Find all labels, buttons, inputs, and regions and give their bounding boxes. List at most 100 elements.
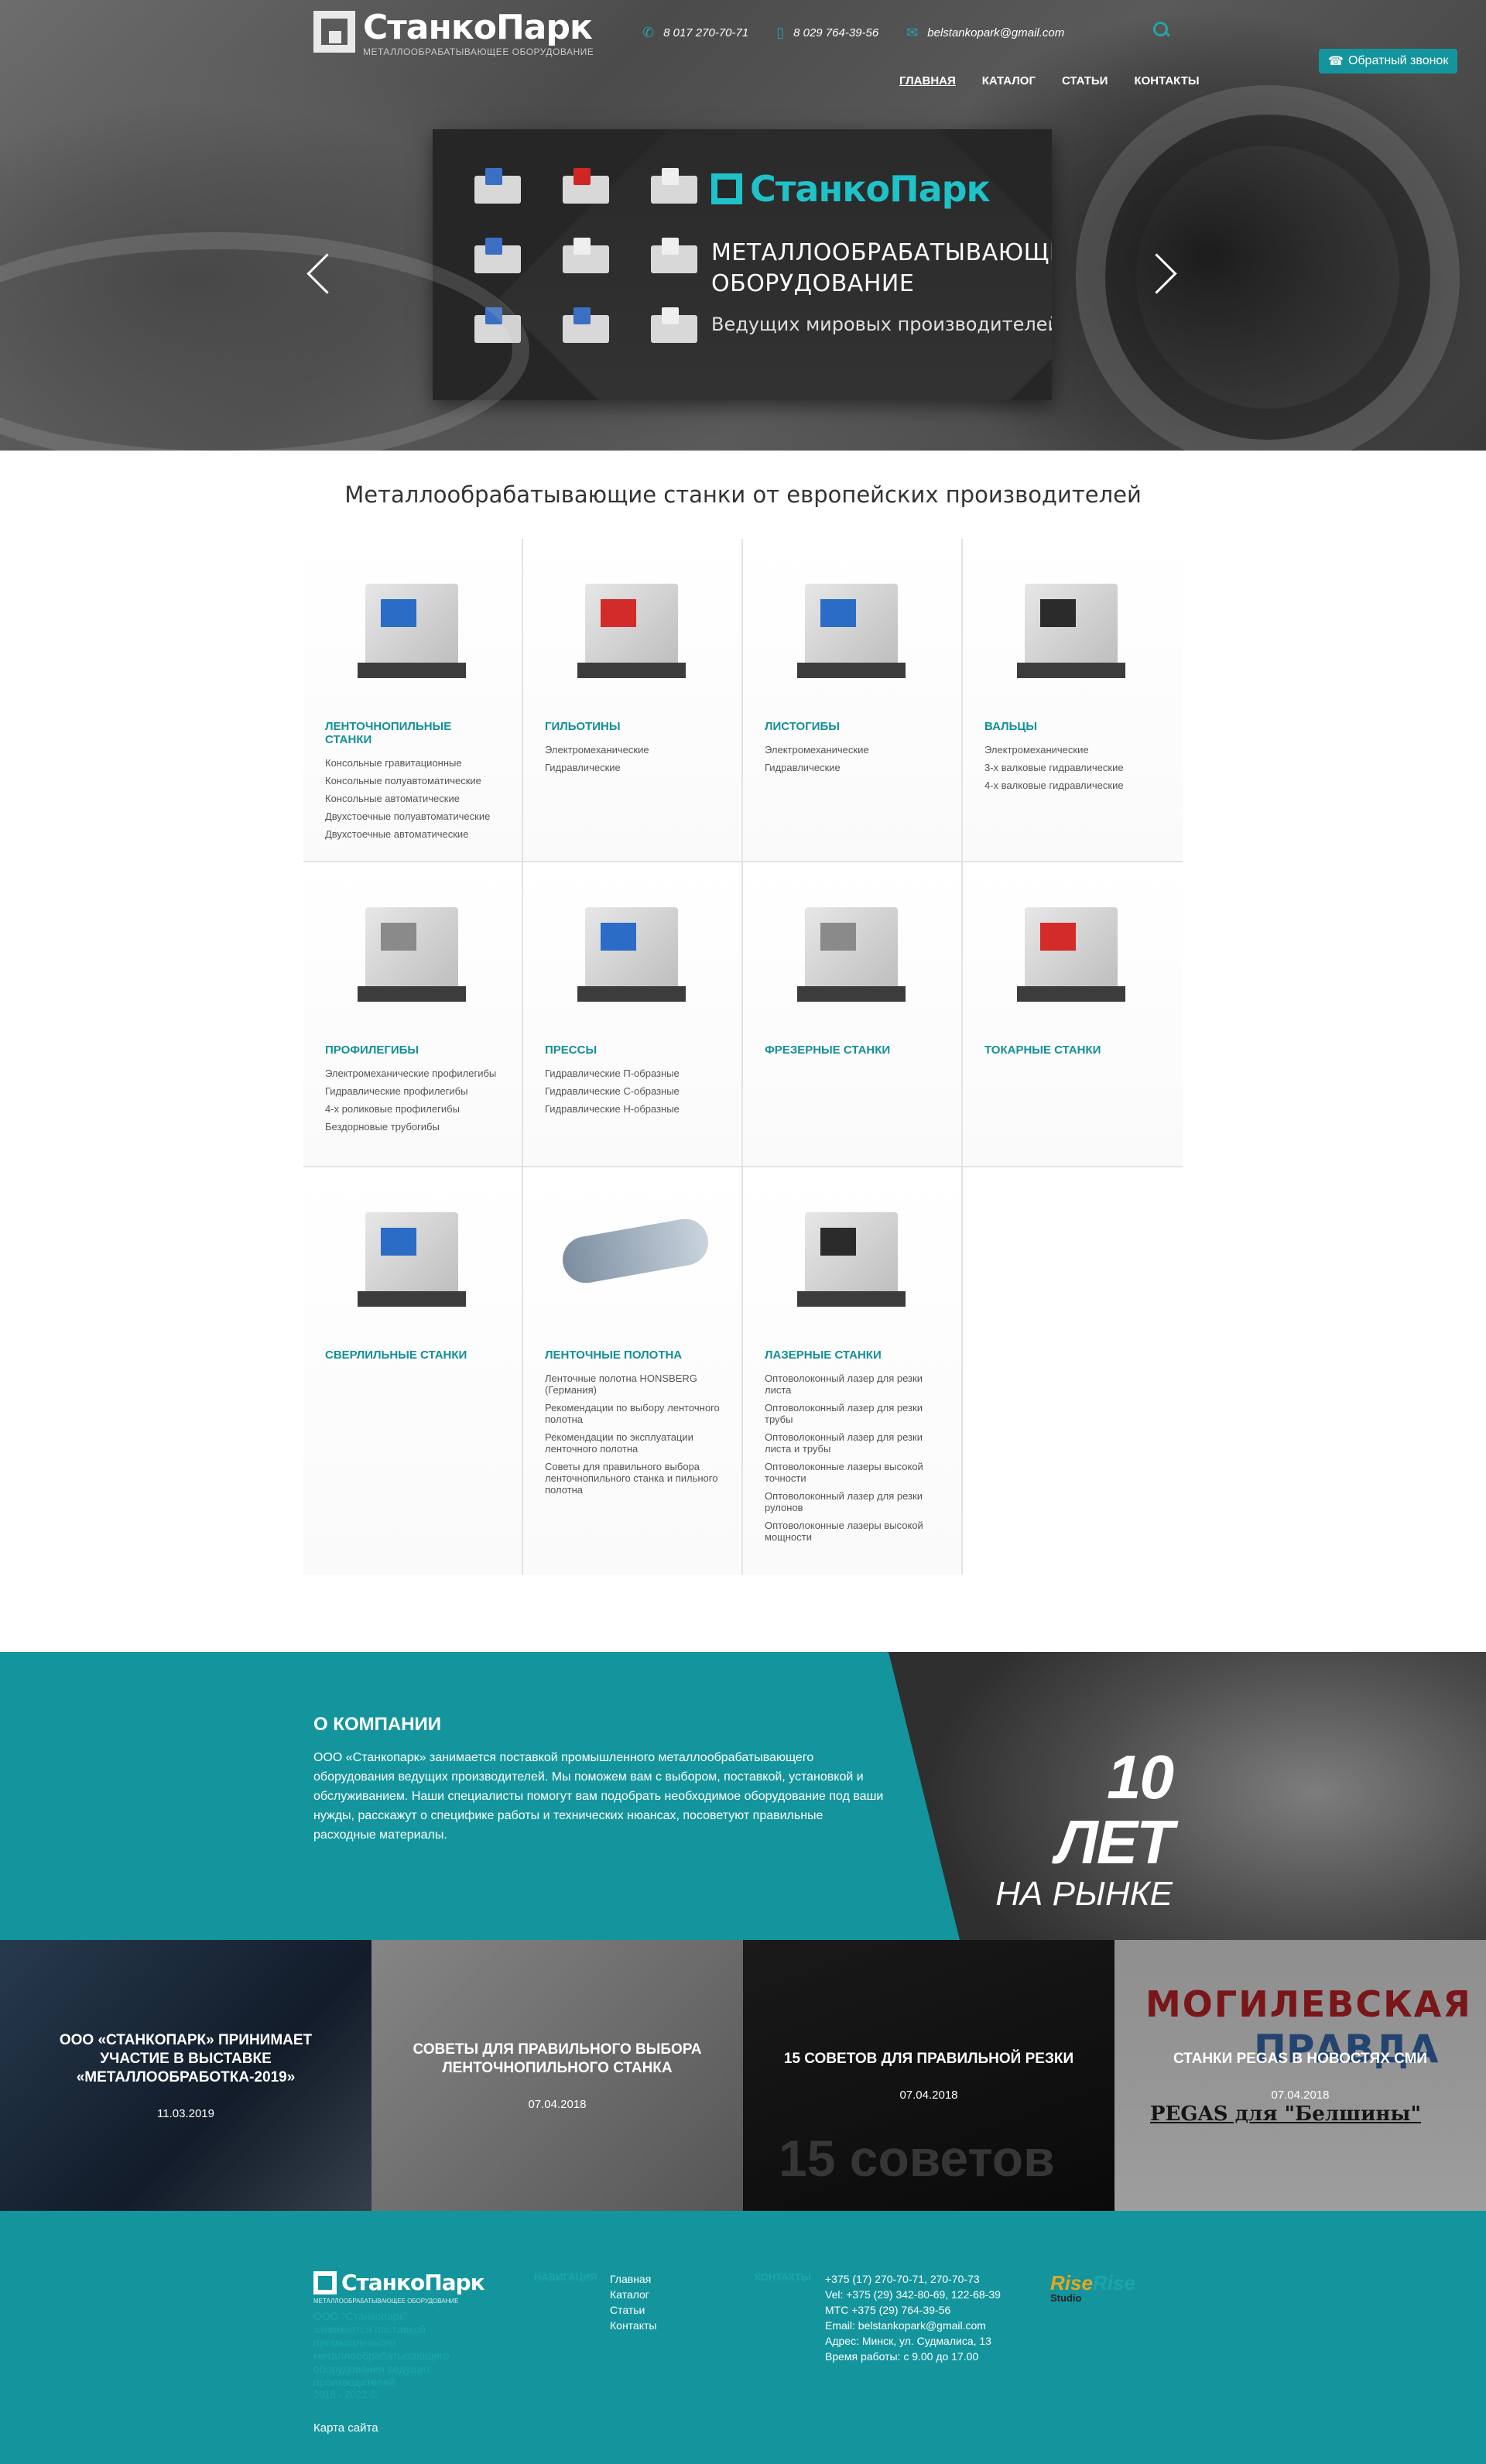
machine-image	[774, 1189, 929, 1325]
machine-thumb	[640, 231, 711, 287]
subcategory-link[interactable]: Рекомендации по эксплуатации ленточного …	[545, 1431, 720, 1455]
catalog-card[interactable]: ТОКАРНЫЕ СТАНКИ	[963, 862, 1183, 1167]
category-title[interactable]: ПРЕССЫ	[545, 1044, 720, 1057]
footer-nav-contacts[interactable]: Контакты	[610, 2318, 656, 2333]
subcategory-link[interactable]: Консольные полуавтоматические	[325, 775, 500, 786]
category-title[interactable]: ГИЛЬОТИНЫ	[545, 720, 720, 733]
sitemap-link[interactable]: Карта сайта	[313, 2421, 378, 2435]
catalog-card[interactable]: ВАЛЬЦЫ Электромеханические 3-х валковые г…	[963, 539, 1183, 862]
category-title[interactable]: ТОКАРНЫЕ СТАНКИ	[984, 1044, 1161, 1057]
subcategory-link[interactable]: Гидравлические	[545, 762, 720, 773]
subcategory-link[interactable]: 4-х роликовые профилегибы	[325, 1103, 500, 1115]
category-title[interactable]: ЛЕНТОЧНОПИЛЬНЫЕ СТАНКИ	[325, 720, 500, 746]
subcategory-link[interactable]: Ленточные полотна HONSBERG (Германия)	[545, 1373, 720, 1396]
subcategory-link[interactable]: Оптоволоконные лазеры высокой мощности	[765, 1520, 940, 1543]
footer-logo[interactable]: СтанкоПарк	[313, 2270, 485, 2295]
category-title[interactable]: ЛИСТОГИБЫ	[765, 720, 940, 733]
catalog-card[interactable]: ПРЕССЫ Гидравлические П-образные Гидравли…	[523, 862, 743, 1167]
phone-2[interactable]: ▯ 8 029 764-39-56	[776, 25, 878, 41]
catalog-card[interactable]: ЛЕНТОЧНОПИЛЬНЫЕ СТАНКИ Консольные гравит…	[303, 539, 523, 862]
phone-1[interactable]: ✆ 8 017 270-70-71	[642, 25, 748, 41]
subcategory-link[interactable]: Оптоволоконный лазер для резки рулонов	[765, 1490, 940, 1513]
news-date: 11.03.2019	[157, 2106, 214, 2120]
footer-contact-line: Время работы: с 9.00 до 17.00	[825, 2350, 979, 2363]
subcategory-link[interactable]: Гидравлические	[765, 762, 940, 773]
news-card[interactable]: МОГИЛЕВСКАЯ ПРАВДА PEGAS для "Белшины" С…	[1114, 1940, 1486, 2211]
category-title[interactable]: ЛЕНТОЧНЫЕ ПОЛОТНА	[545, 1349, 720, 1362]
subcategory-link[interactable]: Двухстоечные автоматические	[325, 828, 500, 840]
news-date: 07.04.2018	[899, 2088, 958, 2102]
subcategory-link[interactable]: Гидравлические Н-образные	[545, 1103, 720, 1115]
category-title[interactable]: ЛАЗЕРНЫЕ СТАНКИ	[765, 1349, 940, 1362]
news-title[interactable]: СОВЕТЫ ДЛЯ ПРАВИЛЬНОГО ВЫБОРА ЛЕНТОЧНОПИ…	[395, 2041, 720, 2078]
nav-item-contacts[interactable]: КОНТАКТЫ	[1134, 74, 1199, 87]
subcategory-link[interactable]: Двухстоечные полуавтоматические	[325, 810, 500, 822]
subcategory-link[interactable]: Оптоволоконный лазер для резки листа	[765, 1373, 940, 1396]
catalog-card[interactable]: ЛАЗЕРНЫЕ СТАНКИ Оптоволоконный лазер для…	[743, 1167, 963, 1575]
category-title[interactable]: ПРОФИЛЕГИБЫ	[325, 1044, 500, 1057]
footer-contact-line: +375 (17) 270-70-71, 270-70-73	[825, 2273, 980, 2285]
callback-button[interactable]: ☎ Обратный звонок	[1319, 49, 1458, 74]
subcategory-link[interactable]: Рекомендации по выбору ленточного полотн…	[545, 1402, 720, 1425]
catalog-card[interactable]: ГИЛЬОТИНЫ Электромеханические Гидравличес…	[523, 539, 743, 862]
catalog-card[interactable]: ПРОФИЛЕГИБЫ Электромеханические профилег…	[303, 862, 523, 1167]
email[interactable]: ✉ belstankopark@gmail.com	[906, 25, 1064, 41]
subcategory-link[interactable]: Гидравлические П-образные	[545, 1068, 720, 1079]
subcategory-link[interactable]: 3-х валковые гидравлические	[984, 762, 1161, 773]
footer-nav-catalog[interactable]: Каталог	[610, 2287, 656, 2302]
site-footer: СтанкоПарк МЕТАЛЛООБРАБАТЫВАЮЩЕЕ ОБОРУДО…	[0, 2211, 1486, 2464]
footer-contact-line: Адрес: Минск, ул. Судмалиса, 13	[825, 2335, 991, 2347]
subcategory-link[interactable]: Гидравлические С-образные	[545, 1085, 720, 1097]
machine-thumb	[464, 162, 535, 218]
search-icon[interactable]	[1153, 22, 1170, 39]
subcategory-link[interactable]: Советы для правильного выбора ленточнопи…	[545, 1461, 720, 1496]
machine-thumb	[552, 301, 623, 357]
footer-contacts-label: КОНТАКТЫ	[755, 2271, 811, 2283]
studio-logo[interactable]: RiseRise Studio	[1050, 2271, 1135, 2304]
subcategory-link[interactable]: Оптоволоконный лазер для резки трубы	[765, 1402, 940, 1425]
subcategory-link[interactable]: 4-х валковые гидравлические	[984, 780, 1161, 791]
nav-item-articles[interactable]: СТАТЬИ	[1062, 74, 1108, 87]
nav-item-home[interactable]: ГЛАВНАЯ	[899, 74, 956, 87]
news-card[interactable]: СОВЕТЫ ДЛЯ ПРАВИЛЬНОГО ВЫБОРА ЛЕНТОЧНОПИ…	[372, 1940, 743, 2211]
years-big: 10 ЛЕТ	[1055, 1743, 1174, 1876]
category-title[interactable]: ФРЕЗЕРНЫЕ СТАНКИ	[765, 1044, 940, 1057]
news-card[interactable]: 15 советов 15 СОВЕТОВ ДЛЯ ПРАВИЛЬНОЙ РЕЗ…	[743, 1940, 1114, 2211]
banner-logo-text: СтанкоПарк	[750, 168, 991, 210]
catalog-card[interactable]: ЛИСТОГИБЫ Электромеханические Гидравличес…	[743, 539, 963, 862]
slider-banner[interactable]: СтанкоПарк МЕТАЛЛООБРАБАТЫВАЮЩЕЕ ОБОРУДО…	[433, 129, 1052, 400]
news-title[interactable]: ООО «СТАНКОПАРК» ПРИНИМАЕТ УЧАСТИЕ В ВЫС…	[23, 2031, 348, 2087]
site-logo[interactable]: СтанкоПарк МЕТАЛЛООБРАБАТЫВАЮЩЕЕ ОБОРУДО…	[313, 11, 594, 57]
subcategory-link[interactable]: Электромеханические профилегибы	[325, 1068, 500, 1079]
news-title[interactable]: 15 СОВЕТОВ ДЛЯ ПРАВИЛЬНОЙ РЕЗКИ	[784, 2050, 1073, 2068]
subcategory-link[interactable]: Гидравлические профилегибы	[325, 1085, 500, 1097]
subcategory-link[interactable]: Бездорновые трубогибы	[325, 1121, 500, 1133]
subcategory-link[interactable]: Электромеханические	[984, 744, 1161, 756]
catalog-card[interactable]: СВЕРЛИЛЬНЫЕ СТАНКИ	[303, 1167, 523, 1575]
machine-image	[334, 1189, 489, 1325]
logo-subtitle: МЕТАЛЛООБРАБАТЫВАЮЩЕЕ ОБОРУДОВАНИЕ	[363, 46, 594, 57]
hero-section: СтанкоПарк МЕТАЛЛООБРАБАТЫВАЮЩЕЕ ОБОРУДО…	[0, 0, 1486, 451]
machine-image	[334, 884, 489, 1020]
nav-item-catalog[interactable]: КАТАЛОГ	[982, 74, 1036, 87]
subcategory-link[interactable]: Консольные автоматические	[325, 793, 500, 804]
subcategory-link[interactable]: Оптоволоконные лазеры высокой точности	[765, 1461, 940, 1484]
catalog-card[interactable]: ФРЕЗЕРНЫЕ СТАНКИ	[743, 862, 963, 1167]
category-title[interactable]: СВЕРЛИЛЬНЫЕ СТАНКИ	[325, 1349, 500, 1362]
subcategory-link[interactable]: Оптоволоконный лазер для резки листа и т…	[765, 1431, 940, 1455]
subcategory-link[interactable]: Электромеханические	[765, 744, 940, 756]
footer-nav-articles[interactable]: Статьи	[610, 2302, 656, 2318]
news-title[interactable]: СТАНКИ PEGAS В НОВОСТЯХ СМИ	[1173, 2050, 1427, 2068]
news-card[interactable]: ООО «СТАНКОПАРК» ПРИНИМАЕТ УЧАСТИЕ В ВЫС…	[0, 1940, 372, 2211]
category-title[interactable]: ВАЛЬЦЫ	[984, 720, 1161, 733]
subcategory-link[interactable]: Электромеханические	[545, 744, 720, 756]
subcategory-link[interactable]: Консольные гравитационные	[325, 757, 500, 769]
studio-part1: Rise	[1050, 2271, 1093, 2294]
slider-next-icon[interactable]	[1153, 252, 1176, 295]
footer-nav-home[interactable]: Главная	[610, 2271, 656, 2287]
catalog-card[interactable]: ЛЕНТОЧНЫЕ ПОЛОТНА Ленточные полотна HONS…	[523, 1167, 743, 1575]
phone-icon: ☎	[1328, 55, 1344, 68]
machine-thumb	[464, 231, 535, 287]
footer-contact-line[interactable]: Email: belstankopark@gmail.com	[825, 2318, 1001, 2333]
slider-prev-icon[interactable]	[305, 252, 328, 295]
